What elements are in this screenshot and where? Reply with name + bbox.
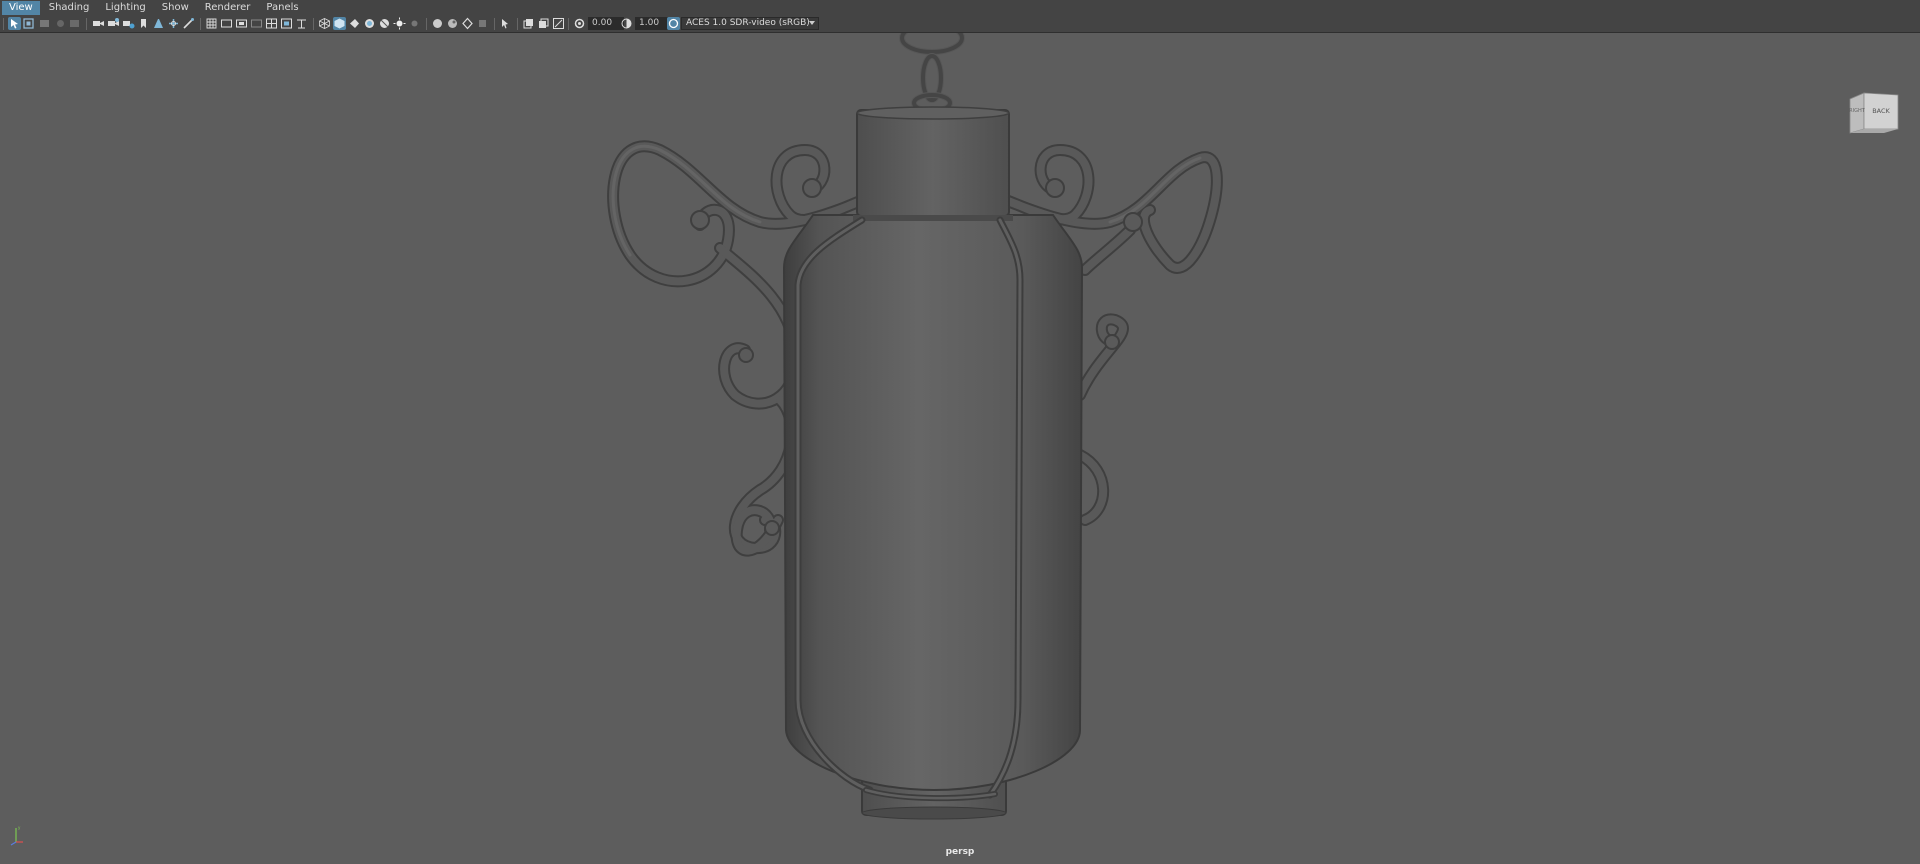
toolbar-separator [86, 18, 87, 30]
toolbar-separator [494, 18, 495, 30]
exposure-field[interactable] [588, 17, 624, 30]
panel-toolbar: ACES 1.0 SDR-video (sRGB) [0, 16, 1920, 33]
menu-renderer[interactable]: Renderer [198, 1, 258, 15]
viewport-3d[interactable]: RIGHT BACK y [0, 33, 1920, 864]
menu-show[interactable]: Show [155, 1, 196, 15]
paint-brush-icon[interactable] [182, 17, 195, 30]
chain-links [899, 33, 965, 114]
chevron-down-icon [809, 21, 815, 25]
screen-space-ao-icon[interactable] [408, 17, 421, 30]
safe-title-icon[interactable] [295, 17, 308, 30]
viewcube-back-label: BACK [1872, 107, 1890, 115]
two-d-pan-icon[interactable] [68, 17, 81, 30]
gate-mask-toggle-icon[interactable] [250, 17, 263, 30]
menu-panels[interactable]: Panels [259, 1, 305, 15]
motion-blur-icon[interactable] [552, 17, 565, 30]
camera-lock-icon[interactable] [107, 17, 120, 30]
xray-joints-icon[interactable] [461, 17, 474, 30]
panel-menu-bar: View Shading Lighting Show Renderer Pane… [0, 0, 1920, 16]
safe-action-icon[interactable] [280, 17, 293, 30]
shadows-icon[interactable] [393, 17, 406, 30]
camera-attributes-editor-icon[interactable] [122, 17, 135, 30]
select-camera-icon[interactable] [8, 17, 21, 30]
menu-lighting[interactable]: Lighting [98, 1, 152, 15]
view-cube[interactable]: RIGHT BACK [1848, 91, 1900, 135]
camera-name-label: persp [945, 847, 975, 857]
gamma-icon[interactable] [620, 17, 633, 30]
xray-icon[interactable] [431, 17, 444, 30]
lantern-model [607, 33, 1223, 820]
toolbar-separator [568, 18, 569, 30]
wireframe-icon[interactable] [318, 17, 331, 30]
svg-text:y: y [18, 825, 21, 830]
backface-culling-icon[interactable] [476, 17, 489, 30]
toolbar-separator [313, 18, 314, 30]
camera-attributes-icon[interactable] [22, 17, 35, 30]
gate-mask-icon[interactable] [167, 17, 180, 30]
color-space-value: ACES 1.0 SDR-video (sRGB) [686, 18, 810, 28]
color-space-dropdown[interactable]: ACES 1.0 SDR-video (sRGB) [681, 17, 819, 30]
film-gate-icon[interactable] [220, 17, 233, 30]
resolution-gate-icon[interactable] [235, 17, 248, 30]
camera-icon[interactable] [92, 17, 105, 30]
grid-icon[interactable] [205, 17, 218, 30]
hud-icon[interactable] [522, 17, 535, 30]
viewcube-right-label: RIGHT [1849, 108, 1866, 114]
isolate-select-icon[interactable] [499, 17, 512, 30]
gamma-field[interactable] [635, 17, 671, 30]
menu-shading[interactable]: Shading [42, 1, 97, 15]
default-material-icon[interactable] [348, 17, 361, 30]
xray-active-components-icon[interactable] [446, 17, 459, 30]
lantern-top-cap [853, 106, 1013, 221]
axis-gizmo-icon: y [10, 825, 23, 846]
grease-pencil-icon[interactable] [152, 17, 165, 30]
toolbar-separator [3, 18, 4, 30]
toolbar-separator [426, 18, 427, 30]
color-management-icon[interactable] [667, 17, 680, 30]
bookmark-icon[interactable] [137, 17, 150, 30]
textured-icon[interactable] [363, 17, 376, 30]
exposure-icon[interactable] [573, 17, 586, 30]
multisample-icon[interactable] [537, 17, 550, 30]
field-chart-icon[interactable] [265, 17, 278, 30]
toolbar-separator [517, 18, 518, 30]
use-all-lights-icon[interactable] [378, 17, 391, 30]
lantern-body [782, 214, 1084, 792]
image-plane-icon[interactable] [54, 17, 67, 30]
toolbar-separator [200, 18, 201, 30]
menu-view[interactable]: View [2, 1, 40, 15]
bookmarks-icon[interactable] [38, 17, 51, 30]
smooth-shade-icon[interactable] [333, 17, 346, 30]
